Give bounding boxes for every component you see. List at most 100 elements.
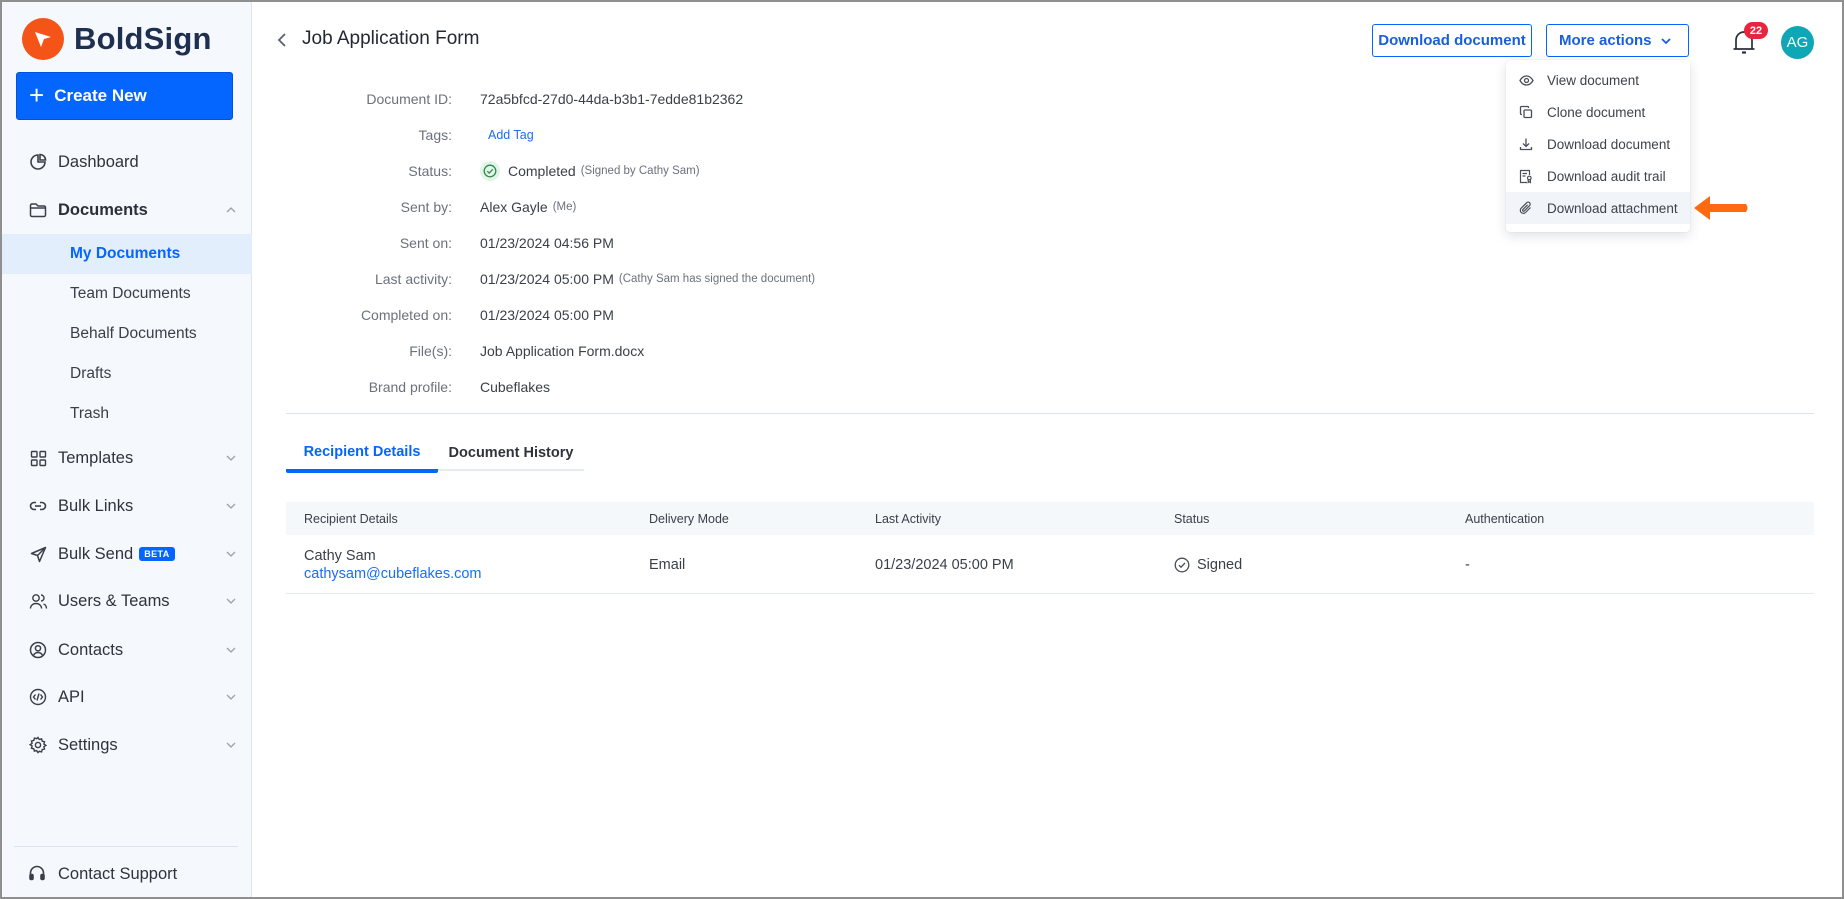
check-circle-icon (480, 161, 500, 181)
brand-name: BoldSign (74, 21, 212, 56)
chevron-down-icon (226, 598, 236, 604)
sent-by-note: (Me) (552, 201, 577, 213)
chevron-down-icon (226, 503, 236, 509)
detail-label: Tags: (418, 127, 452, 143)
detail-last-activity: Last activity: 01/23/2024 05:00 PM (Cath… (302, 268, 815, 290)
menu-item-download-document[interactable]: Download document (1506, 128, 1690, 160)
menu-item-label: Download attachment (1547, 200, 1678, 216)
annotation-arrow-icon (1694, 196, 1748, 220)
detail-tabs: Recipient Details Document History (286, 434, 584, 473)
user-avatar[interactable]: AG (1781, 26, 1814, 59)
detail-document-id: Document ID: 72a5bfcd-27d0-44da-b3b1-7ed… (302, 88, 743, 110)
audit-trail-icon (1518, 168, 1534, 184)
create-new-button[interactable]: + Create New (16, 72, 233, 120)
chevron-left-icon (277, 33, 286, 47)
sidebar-item-contacts[interactable]: Contacts (2, 630, 252, 670)
clone-icon (1518, 104, 1534, 120)
last-activity-note: (Cathy Sam has signed the document) (618, 273, 816, 285)
tab-document-history[interactable]: Document History (438, 434, 584, 471)
section-divider (286, 413, 1814, 414)
status-note: (Signed by Cathy Sam) (580, 165, 700, 177)
detail-sent-on: Sent on: 01/23/2024 04:56 PM (302, 232, 614, 254)
sidebar-item-templates[interactable]: Templates (2, 438, 252, 478)
download-icon (1518, 136, 1534, 152)
document-id-value: 72a5bfcd-27d0-44da-b3b1-7edde81b2362 (480, 91, 744, 107)
detail-label: Last activity: (374, 271, 452, 287)
notification-count-badge: 22 (1744, 22, 1768, 39)
sidebar: BoldSign + Create New Dashboard Document… (2, 2, 252, 897)
sidebar-item-trash[interactable]: Trash (2, 394, 252, 434)
column-header: Authentication (1465, 511, 1545, 526)
send-icon (28, 544, 48, 564)
menu-item-label: View document (1547, 72, 1640, 88)
recipient-email-link[interactable]: cathysam@cubeflakes.com (304, 566, 482, 582)
detail-label: Status: (408, 163, 452, 179)
authentication-cell: - (1465, 556, 1470, 573)
sidebar-item-label: Settings (58, 735, 118, 754)
sidebar-item-label: Bulk Send (58, 544, 134, 563)
link-icon (28, 496, 48, 516)
sidebar-item-team-documents[interactable]: Team Documents (2, 274, 252, 314)
menu-item-download-audit-trail[interactable]: Download audit trail (1506, 160, 1690, 192)
status-value: Completed (508, 163, 576, 179)
folder-icon (28, 200, 48, 220)
eye-icon (1518, 72, 1534, 88)
app-window: BoldSign + Create New Dashboard Document… (2, 2, 1842, 897)
sidebar-item-label: Dashboard (58, 152, 139, 171)
tab-recipient-details[interactable]: Recipient Details (286, 434, 438, 473)
sidebar-item-settings[interactable]: Settings (2, 725, 252, 765)
recipients-table-header: Recipient Details Delivery Mode Last Act… (286, 502, 1814, 535)
detail-sent-by: Sent by: Alex Gayle (Me) (302, 196, 577, 218)
brand-logo[interactable]: BoldSign (22, 18, 212, 60)
detail-brand-profile: Brand profile: Cubeflakes (302, 376, 550, 398)
sidebar-item-bulk-links[interactable]: Bulk Links (2, 486, 252, 526)
sidebar-item-api[interactable]: API (2, 677, 252, 717)
more-actions-button[interactable]: More actions (1546, 24, 1689, 57)
sidebar-item-label: Documents (58, 200, 148, 219)
detail-status: Status: Completed (Signed by Cathy Sam) (302, 160, 700, 182)
sidebar-item-label: API (58, 687, 85, 706)
status-value: Signed (1197, 556, 1243, 573)
download-document-button[interactable]: Download document (1372, 24, 1532, 57)
chevron-down-icon (226, 694, 236, 700)
detail-label: Sent by: (400, 199, 452, 215)
column-header: Delivery Mode (649, 511, 729, 526)
sidebar-item-label: Contacts (58, 640, 124, 659)
contact-support-link[interactable]: Contact Support (28, 854, 177, 894)
boldsign-logo-icon (22, 18, 64, 60)
column-header: Recipient Details (304, 511, 398, 526)
paperclip-icon (1518, 200, 1534, 216)
create-new-label: Create New (54, 86, 147, 105)
contact-icon (28, 640, 48, 660)
sidebar-item-my-documents[interactable]: My Documents (2, 234, 252, 274)
more-actions-menu: View document Clone document Download do… (1506, 60, 1690, 232)
brand-profile-value: Cubeflakes (480, 379, 551, 395)
menu-item-download-attachment[interactable]: Download attachment (1506, 192, 1690, 224)
sidebar-item-users-teams[interactable]: Users & Teams (2, 581, 252, 621)
sidebar-item-dashboard[interactable]: Dashboard (2, 142, 252, 182)
grid-icon (28, 448, 48, 468)
column-header: Status (1174, 511, 1210, 526)
table-row: Cathy Sam cathysam@cubeflakes.com Email … (286, 535, 1814, 594)
sidebar-item-documents[interactable]: Documents (2, 190, 252, 230)
sent-by-value: Alex Gayle (480, 199, 548, 215)
menu-item-label: Download audit trail (1547, 168, 1666, 184)
sidebar-item-label: Bulk Links (58, 496, 134, 515)
menu-item-view-document[interactable]: View document (1506, 64, 1690, 96)
menu-item-label: Download document (1547, 136, 1671, 152)
back-button[interactable] (272, 28, 292, 52)
chevron-up-icon (226, 207, 236, 213)
files-value: Job Application Form.docx (480, 343, 645, 359)
sidebar-item-bulk-send[interactable]: Bulk Send BETA (2, 534, 252, 574)
add-tag-link[interactable]: Add Tag (488, 128, 534, 142)
page-title: Job Application Form (302, 28, 480, 49)
detail-label: Document ID: (366, 91, 452, 107)
gear-icon (28, 735, 48, 755)
menu-item-clone-document[interactable]: Clone document (1506, 96, 1690, 128)
headset-icon (28, 864, 48, 884)
sidebar-item-behalf-documents[interactable]: Behalf Documents (2, 314, 252, 354)
chevron-down-icon (226, 647, 236, 653)
users-icon (28, 591, 48, 611)
sidebar-item-drafts[interactable]: Drafts (2, 354, 252, 394)
chevron-down-icon (226, 455, 236, 461)
